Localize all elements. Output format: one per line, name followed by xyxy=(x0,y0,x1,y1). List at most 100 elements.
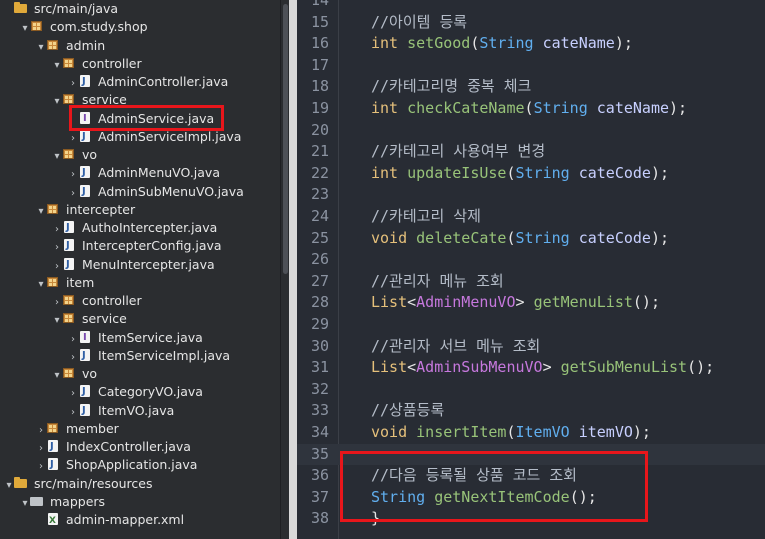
code-line[interactable]: 35 xyxy=(297,443,765,466)
package-icon xyxy=(30,20,44,32)
code-line[interactable]: 24 //카테고리 삭제 xyxy=(297,206,481,228)
code-line[interactable]: 30 //관리자 서브 메뉴 조회 xyxy=(297,336,540,358)
java-file-icon xyxy=(78,183,92,201)
tree-item[interactable]: ›ItemVO.java xyxy=(0,402,174,420)
code-token: cateCode xyxy=(578,228,651,247)
code-line[interactable]: 28 List<AdminMenuVO> getMenuList(); xyxy=(297,292,660,314)
tree-item-label: service xyxy=(82,311,127,327)
package-icon xyxy=(62,294,76,306)
tree-item[interactable]: ›AdminSubMenuVO.java xyxy=(0,183,244,201)
tree-item[interactable]: ›AdminController.java xyxy=(0,73,228,91)
code-token: void xyxy=(371,423,417,441)
line-number: 28 xyxy=(310,293,329,312)
tree-item[interactable]: ▾ src/main/resources xyxy=(0,475,152,493)
tree-item[interactable]: ›MenuIntercepter.java xyxy=(0,256,215,274)
code-line[interactable]: 26 xyxy=(297,249,371,271)
tree-item[interactable]: ▾ service xyxy=(0,310,127,328)
code-line[interactable]: 37 String getNextItemCode(); xyxy=(297,487,597,509)
code-line[interactable]: 14 xyxy=(297,0,371,12)
tree-item[interactable]: ▾ item xyxy=(0,274,94,292)
tree-item[interactable]: ›AuthoIntercepter.java xyxy=(0,219,217,237)
tree-item-label: admin xyxy=(66,37,106,53)
code-token: ); xyxy=(669,99,688,117)
tree-item[interactable]: src/main/java xyxy=(0,0,118,18)
code-line[interactable]: 21 //카테고리 사용여부 변경 xyxy=(297,141,545,163)
tree-item[interactable]: admin-mapper.xml xyxy=(0,511,184,530)
code-line[interactable]: 31 List<AdminSubMenuVO> getSubMenuList(); xyxy=(297,357,714,379)
code-token: (); xyxy=(569,487,597,506)
code-token: cateCode xyxy=(578,163,651,182)
line-number: 23 xyxy=(310,185,329,204)
code-editor[interactable]: 14 15//아이템 등록 16 int setGood(String cateNam… xyxy=(297,0,765,539)
code-token: //관리자 메뉴 조회 xyxy=(371,271,504,290)
code-line[interactable]: 25 void deleteCate(String cateCode); xyxy=(297,228,669,250)
tree-item[interactable]: ▾ vo xyxy=(0,146,97,164)
tree-item-label: IndexController.java xyxy=(66,439,191,454)
tree-item[interactable]: ›ItemService.java xyxy=(0,329,203,347)
tree-item[interactable]: ›CategoryVO.java xyxy=(0,383,203,401)
java-file-icon xyxy=(62,219,76,237)
tree-item-label: member xyxy=(66,420,119,436)
code-line[interactable]: 22 int updateIsUse(String cateCode); xyxy=(297,163,669,185)
code-line[interactable]: 34 void insertItem(ItemVO itemVO); xyxy=(297,422,651,444)
code-line[interactable]: 36 //다음 등록될 상품 코드 조회 xyxy=(297,465,577,487)
tree-item[interactable]: ›IntercepterConfig.java xyxy=(0,237,222,255)
code-line[interactable]: 23 xyxy=(297,184,371,206)
explorer-scrollbar-thumb[interactable] xyxy=(283,4,288,274)
tree-item-label: vo xyxy=(82,366,98,381)
tree-item[interactable]: › controller xyxy=(0,292,142,310)
code-token: ( xyxy=(524,99,534,117)
tree-item-label: MenuIntercepter.java xyxy=(82,256,215,272)
code-token: < xyxy=(407,293,417,312)
tree-item[interactable]: ▾ mappers xyxy=(0,493,105,511)
tree-item-label: ItemVO.java xyxy=(98,402,175,418)
package-icon xyxy=(46,422,60,434)
package-icon xyxy=(46,39,60,51)
tree-item[interactable]: ▾ service xyxy=(0,91,126,109)
code-line[interactable]: 15 //아이템 등록 xyxy=(297,12,467,34)
java-interface-icon xyxy=(78,329,92,347)
tree-item-label: com.study.shop xyxy=(50,19,148,35)
code-line[interactable]: 33 //상품등록 xyxy=(297,400,444,422)
code-token: ( xyxy=(506,228,516,247)
code-line[interactable]: 19 int checkCateName(String cateName); xyxy=(297,98,687,120)
tree-item-label: item xyxy=(66,274,95,290)
panel-divider[interactable] xyxy=(289,0,297,539)
tree-item[interactable]: ▾ vo xyxy=(0,365,97,383)
code-token: ( xyxy=(506,423,516,441)
code-token: //아이템 등록 xyxy=(371,12,468,31)
tree-item[interactable]: ›AdminServiceImpl.java xyxy=(0,128,241,146)
code-token: //카테고리 삭제 xyxy=(371,207,481,225)
resource-folder-icon xyxy=(30,495,44,507)
code-line[interactable]: 20 xyxy=(297,120,371,142)
tree-item-label: AdminController.java xyxy=(98,74,229,89)
tree-item[interactable]: ›IndexController.java xyxy=(0,438,191,456)
java-file-icon xyxy=(78,164,92,182)
code-token: ); xyxy=(650,163,670,182)
code-line[interactable]: 32 xyxy=(297,379,371,401)
tree-item[interactable]: ›AdminMenuVO.java xyxy=(0,164,220,182)
package-icon xyxy=(62,367,76,379)
code-token: setGood xyxy=(407,34,471,53)
code-line[interactable]: 16 int setGood(String cateName); xyxy=(297,33,633,55)
tree-item[interactable]: ›ItemServiceImpl.java xyxy=(0,347,230,365)
tree-item[interactable]: ▾ com.study.shop xyxy=(0,18,148,36)
tree-item[interactable]: › member xyxy=(0,420,119,438)
code-token: cateName xyxy=(596,99,670,117)
tree-item[interactable]: ▾ admin xyxy=(0,37,105,55)
code-token: insertItem xyxy=(416,423,507,441)
code-line[interactable]: 38} xyxy=(297,508,380,530)
tree-item[interactable]: ▾ intercepter xyxy=(0,201,135,219)
package-icon xyxy=(62,93,76,105)
code-line[interactable]: 18 //카테고리명 중복 체크 xyxy=(297,76,531,98)
line-number: 17 xyxy=(310,55,329,74)
code-token: String xyxy=(371,487,435,506)
tree-item-label: controller xyxy=(82,55,142,71)
code-line[interactable]: 17 xyxy=(297,55,371,77)
code-token: (); xyxy=(687,358,715,377)
tree-item[interactable]: ▾ controller xyxy=(0,55,142,73)
code-line[interactable]: 29 xyxy=(297,314,371,336)
tree-item[interactable]: ›ShopApplication.java xyxy=(0,456,197,474)
tree-item[interactable]: AdminService.java xyxy=(0,110,214,128)
code-line[interactable]: 27 //관리자 메뉴 조회 xyxy=(297,271,504,293)
